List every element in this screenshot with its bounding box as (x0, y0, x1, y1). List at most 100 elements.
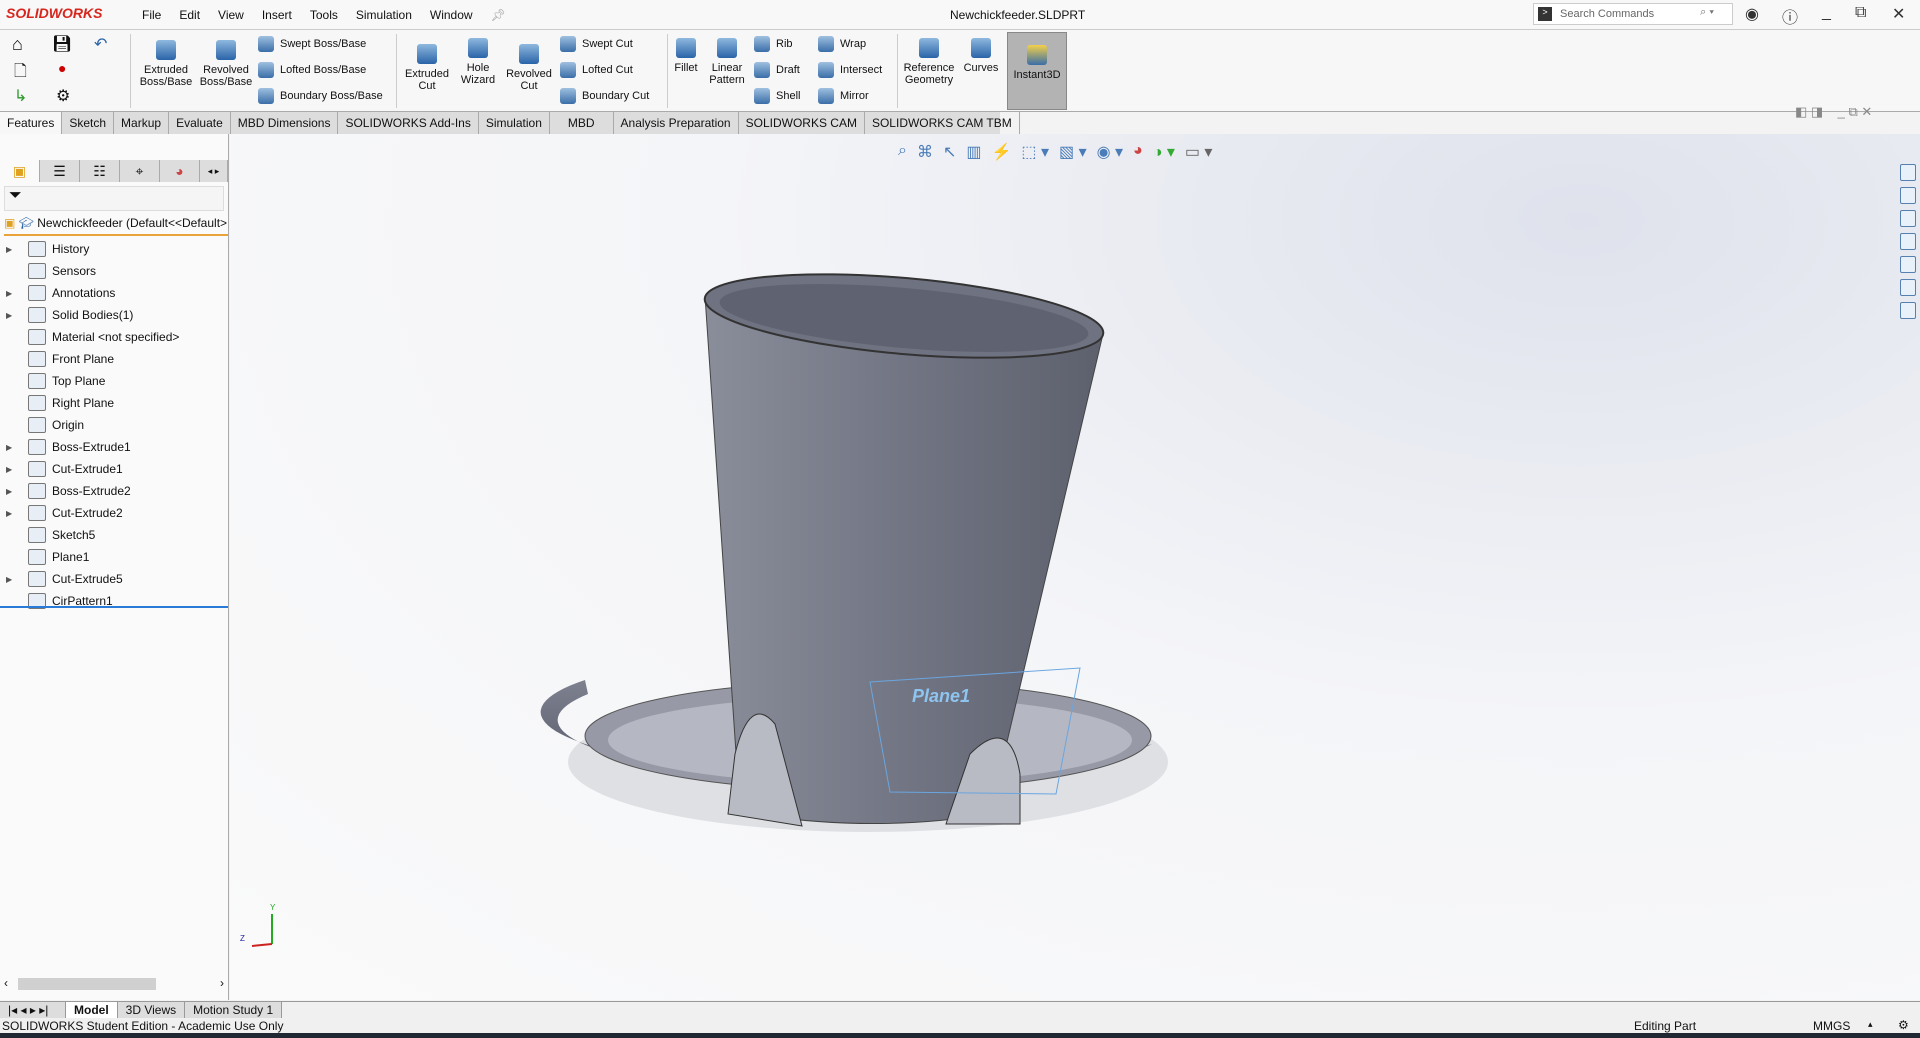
expand-arrow-icon[interactable]: ▶ (6, 443, 20, 452)
tab-markup[interactable]: Markup (114, 112, 170, 134)
menu-file[interactable]: File (142, 8, 161, 22)
tree-item[interactable]: CirPattern1 (0, 590, 228, 612)
open-icon[interactable]: ↳ (14, 86, 27, 106)
customize-icon[interactable]: ⚙ (1898, 1018, 1909, 1032)
menu-insert[interactable]: Insert (262, 8, 292, 22)
viewport-window-controls[interactable]: ◧ ◨ _ ⧉ ✕ (1795, 104, 1872, 120)
tree-item[interactable]: Right Plane (0, 392, 228, 414)
expand-arrow-icon[interactable]: ▶ (6, 575, 20, 584)
intersect-button[interactable]: Intersect (818, 62, 882, 78)
expand-arrow-icon[interactable]: ▶ (6, 509, 20, 518)
tree-item[interactable]: ▶ Cut-Extrude2 (0, 502, 228, 524)
tree-item[interactable]: Sketch5 (0, 524, 228, 546)
tree-item[interactable]: ▶ Cut-Extrude1 (0, 458, 228, 480)
tab-analysis-preparation[interactable]: Analysis Preparation (614, 112, 739, 134)
save-icon[interactable]: 💾︎ (52, 34, 72, 54)
part-model[interactable]: Plane1 Y Z (230, 134, 1920, 1000)
search-commands-input[interactable]: > Search Commands ⌕ ▾ (1533, 3, 1733, 25)
tree-item[interactable]: Top Plane (0, 370, 228, 392)
linear-pattern-button[interactable]: Linear Pattern (704, 38, 750, 86)
tab-addins[interactable]: SOLIDWORKS Add-Ins (338, 112, 479, 134)
tab-sketch[interactable]: Sketch (62, 112, 115, 134)
tab-features[interactable]: Features (0, 112, 63, 134)
tree-item[interactable]: ▶ History (0, 238, 228, 260)
tab-mbd[interactable]: MBD (550, 112, 614, 134)
tab-cam[interactable]: SOLIDWORKS CAM (739, 112, 865, 134)
undo-icon[interactable]: ↶ (94, 34, 107, 54)
rebuild-icon[interactable]: ● (58, 60, 66, 76)
tab-model[interactable]: Model (66, 1002, 118, 1018)
tree-item[interactable]: ▶ Solid Bodies(1) (0, 304, 228, 326)
rollback-bar[interactable] (0, 606, 228, 608)
horizontal-scrollbar[interactable]: ‹ › (0, 976, 228, 992)
reference-geometry-button[interactable]: Reference Geometry (900, 38, 958, 86)
close-button[interactable]: ✕ (1892, 4, 1905, 24)
new-document-icon[interactable]: 🗋 (14, 60, 27, 87)
draft-button[interactable]: Draft (754, 62, 800, 78)
curves-button[interactable]: Curves (960, 38, 1002, 74)
tree-item[interactable]: ▶ Boss-Extrude1 (0, 436, 228, 458)
home-icon[interactable]: ⌂ (12, 34, 23, 55)
hole-wizard-button[interactable]: Hole Wizard (456, 38, 500, 86)
instant3d-button[interactable]: Instant3D (1007, 32, 1067, 110)
expand-arrow-icon[interactable]: ▶ (6, 245, 20, 254)
tree-item[interactable]: Sensors (0, 260, 228, 282)
tab-motion-study[interactable]: Motion Study 1 (185, 1002, 283, 1018)
lofted-cut-button[interactable]: Lofted Cut (560, 62, 633, 78)
rib-button[interactable]: Rib (754, 36, 793, 52)
dimxpert-tab-icon[interactable]: ⌖ (120, 160, 160, 182)
expand-arrow-icon[interactable]: ▶ (6, 487, 20, 496)
menu-edit[interactable]: Edit (179, 8, 200, 22)
configuration-manager-tab-icon[interactable]: ☷ (80, 160, 120, 182)
pin-icon[interactable]: 📌︎ (491, 8, 506, 22)
shell-button[interactable]: Shell (754, 88, 800, 104)
tree-item[interactable]: Material <not specified> (0, 326, 228, 348)
units-arrow-icon[interactable]: ▴ (1868, 1019, 1873, 1030)
tab-scroll-arrows[interactable]: |◂ ◂ ▸ ▸| (0, 1002, 66, 1018)
filter-icon[interactable]: ⏷ (4, 186, 224, 211)
extruded-boss-button[interactable]: Extruded Boss/Base (138, 40, 194, 88)
minimize-button[interactable]: _ (1822, 4, 1831, 22)
tree-item[interactable]: ▶ Cut-Extrude5 (0, 568, 228, 590)
units-selector[interactable]: MMGS (1813, 1019, 1850, 1033)
tab-mbd-dimensions[interactable]: MBD Dimensions (231, 112, 339, 134)
tree-item[interactable]: ▶ Annotations (0, 282, 228, 304)
scrollbar-thumb[interactable] (18, 978, 156, 990)
menu-view[interactable]: View (218, 8, 244, 22)
restore-button[interactable]: ⧉ (1855, 4, 1866, 22)
tree-item[interactable]: Origin (0, 414, 228, 436)
graphics-area[interactable]: ⌕ ⌘ ↖ ▥ ⚡ ⬚ ▾ ▧ ▾ ◉ ▾ ◕ ◑ ▾ ▭ ▾ ◧ ◨ _ ⧉ … (230, 104, 1920, 1000)
menu-tools[interactable]: Tools (310, 8, 338, 22)
swept-cut-button[interactable]: Swept Cut (560, 36, 633, 52)
mirror-button[interactable]: Mirror (818, 88, 869, 104)
tree-item[interactable]: Plane1 (0, 546, 228, 568)
tab-cam-tbm[interactable]: SOLIDWORKS CAM TBM (865, 112, 1020, 134)
tree-item[interactable]: ▶ Boss-Extrude2 (0, 480, 228, 502)
tab-3d-views[interactable]: 3D Views (117, 1002, 186, 1018)
boundary-cut-button[interactable]: Boundary Cut (560, 88, 649, 104)
expand-arrow-icon[interactable]: ▶ (6, 465, 20, 474)
tab-evaluate[interactable]: Evaluate (169, 112, 231, 134)
wrap-button[interactable]: Wrap (818, 36, 866, 52)
options-gear-icon[interactable]: ⚙ (56, 86, 70, 106)
search-icon[interactable]: ⌕ ▾ (1700, 6, 1714, 19)
expand-arrow-icon[interactable]: ▶ (6, 311, 20, 320)
expand-arrow-icon[interactable]: ▶ (6, 289, 20, 298)
extruded-cut-button[interactable]: Extruded Cut (400, 44, 454, 92)
tree-item[interactable]: Front Plane (0, 348, 228, 370)
tree-root-part[interactable]: ▣ 🎓︎ Newchickfeeder (Default<<Default> (4, 216, 228, 236)
account-icon[interactable]: ◉ (1745, 4, 1759, 24)
revolved-cut-button[interactable]: Revolved Cut (502, 44, 556, 92)
display-manager-tab-icon[interactable]: ◕ (160, 160, 200, 182)
boundary-boss-button[interactable]: Boundary Boss/Base (258, 88, 383, 104)
swept-boss-button[interactable]: Swept Boss/Base (258, 36, 366, 52)
revolved-boss-button[interactable]: Revolved Boss/Base (198, 40, 254, 88)
fillet-button[interactable]: Fillet (670, 38, 702, 74)
help-icon[interactable]: ⓘ (1782, 4, 1798, 28)
feature-manager-tab-icon[interactable]: ▣ (0, 160, 40, 182)
panel-scroll-arrows[interactable]: ◂ ▸ (200, 160, 228, 182)
menu-window[interactable]: Window (430, 8, 473, 22)
property-manager-tab-icon[interactable]: ☰ (40, 160, 80, 182)
lofted-boss-button[interactable]: Lofted Boss/Base (258, 62, 366, 78)
menu-simulation[interactable]: Simulation (356, 8, 412, 22)
